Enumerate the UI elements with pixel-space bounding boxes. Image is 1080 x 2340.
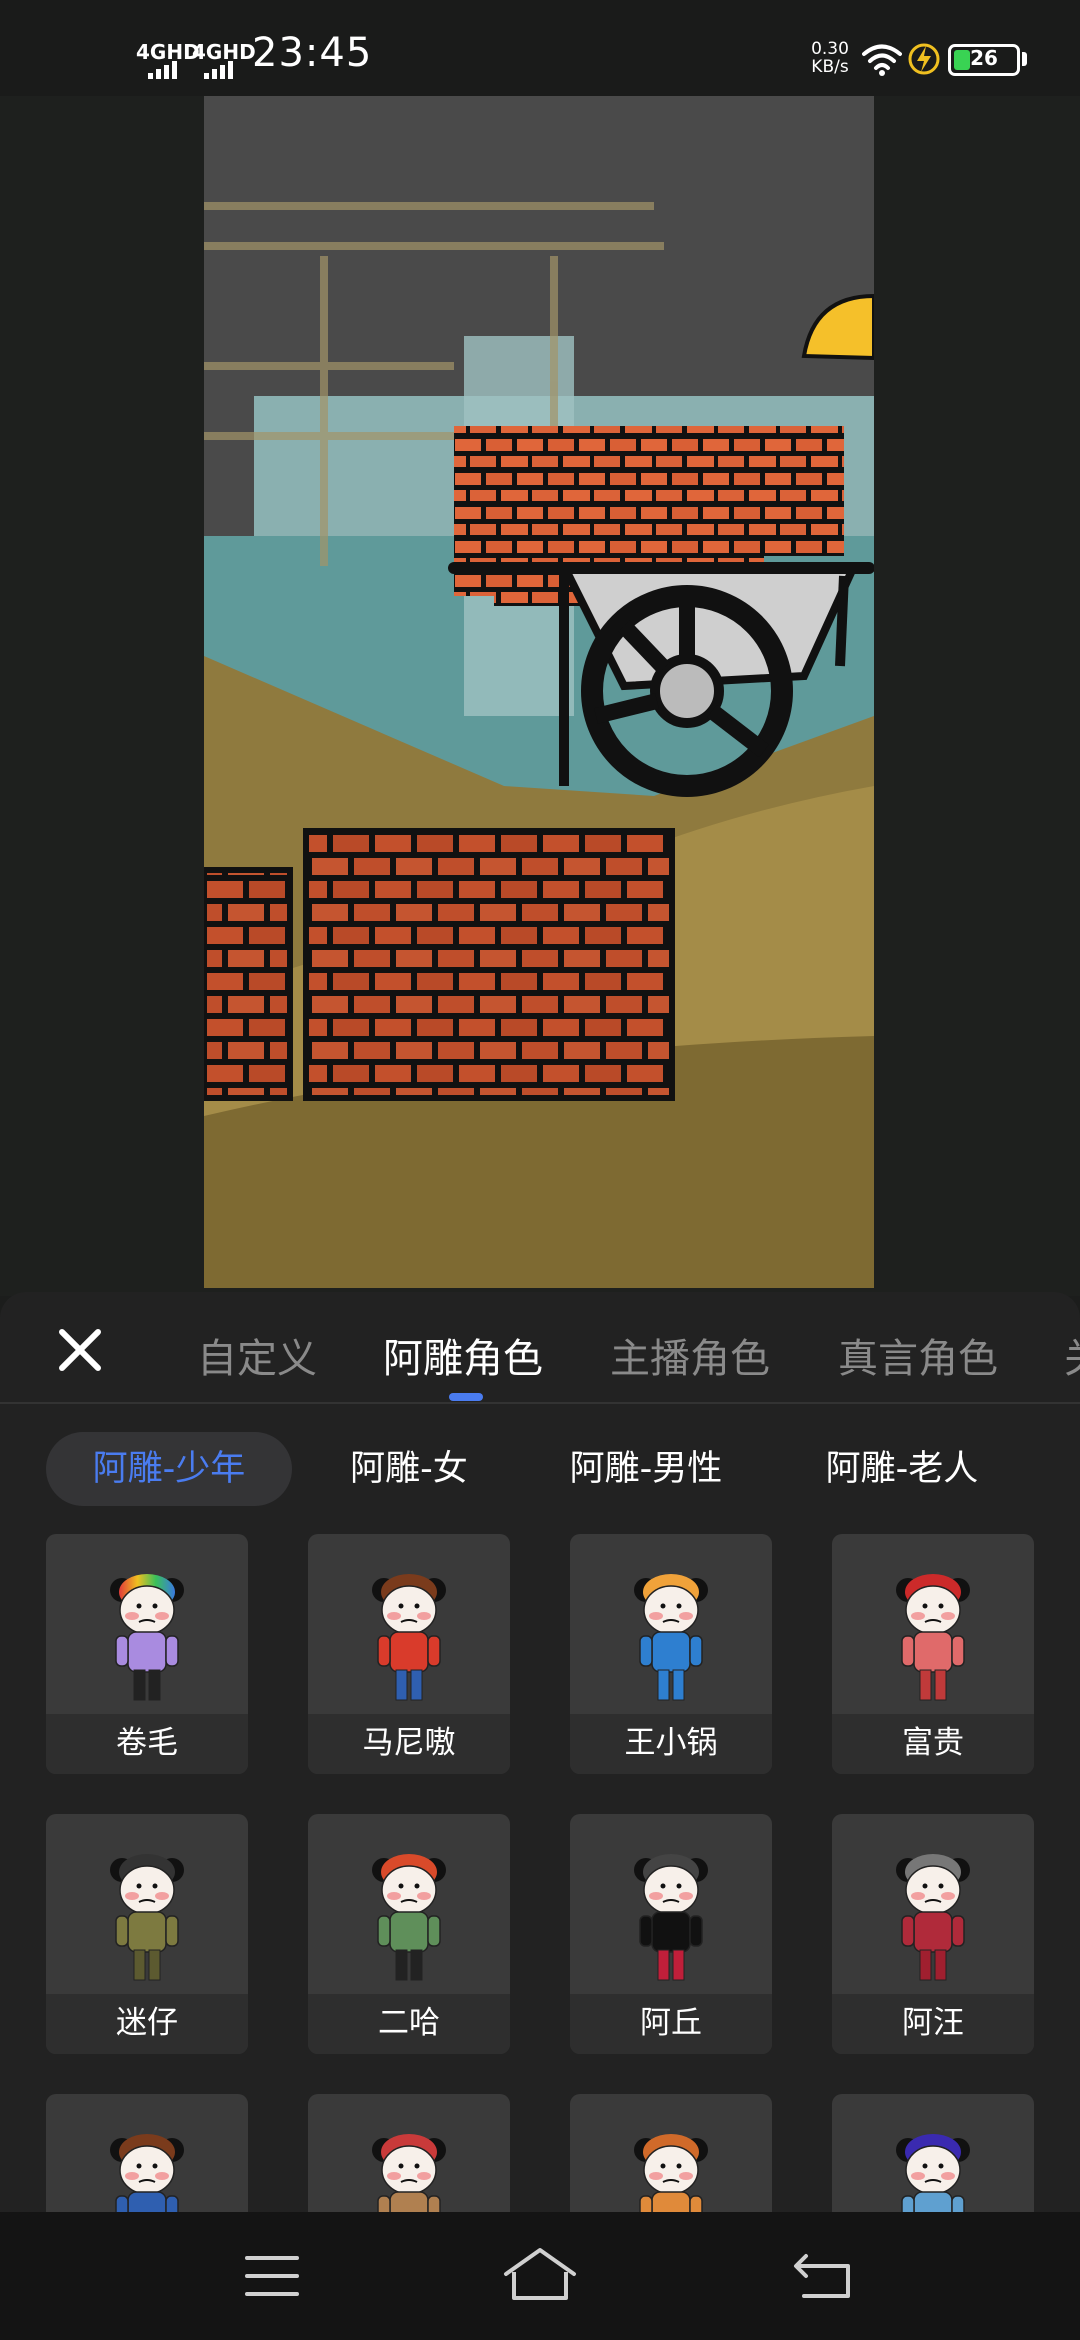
signal-icon [204,60,236,79]
character-panel: 自定义 阿雕角色 主播角色 真言角色 关 阿雕-少年 阿雕-女 阿雕-男性 阿雕… [0,1292,1080,2212]
category-tab-bar: 自定义 阿雕角色 主播角色 真言角色 关 [0,1292,1080,1402]
home-button[interactable] [480,2232,600,2320]
character-avatar [110,1854,184,1981]
signal-icon [148,60,180,79]
scene-preview[interactable] [204,96,874,1288]
character-name: 迷仔 [46,1994,248,2054]
character-avatar [110,2134,184,2212]
tab-adiao-characters[interactable]: 阿雕角色 [383,1326,543,1384]
menu-icon [245,2256,299,2296]
tab-more[interactable]: 关 [1064,1326,1080,1384]
charging-icon [908,43,940,75]
subtab-adiao-female[interactable]: 阿雕-女 [318,1432,500,1506]
battery-icon: 26 [948,44,1020,76]
tab-truth-characters[interactable]: 真言角色 [838,1326,998,1384]
character-grid: 卷毛 马尼嗷 王小锅 富贵迷仔 二哈 阿丘 阿汪 [0,1534,1080,2212]
clock: 23:45 [252,30,373,76]
character-card[interactable] [832,2094,1034,2212]
character-avatar [896,1574,970,1701]
preview-area [0,96,1080,1296]
character-card[interactable]: 马尼嗷 [308,1534,510,1774]
back-button[interactable] [764,2232,884,2320]
character-name: 马尼嗷 [308,1714,510,1774]
character-card[interactable]: 富贵 [832,1534,1034,1774]
network-speed: 0.30 KB/s [808,40,852,76]
construction-scene-illustration [204,96,874,1288]
character-name: 卷毛 [46,1714,248,1774]
tab-custom[interactable]: 自定义 [197,1326,317,1384]
character-card[interactable]: 迷仔 [46,1814,248,2054]
tab-active-indicator [449,1393,483,1401]
character-name: 二哈 [308,1994,510,2054]
subtab-adiao-youth[interactable]: 阿雕-少年 [46,1432,292,1506]
subtab-adiao-male[interactable]: 阿雕-男性 [546,1432,746,1506]
character-name: 阿汪 [832,1994,1034,2054]
battery-level: 26 [970,46,998,70]
character-avatar [634,1574,708,1701]
character-avatar [372,1574,446,1701]
character-avatar [634,2134,708,2212]
character-name: 富贵 [832,1714,1034,1774]
character-card[interactable]: 阿汪 [832,1814,1034,2054]
battery-tip [1022,52,1027,66]
home-icon [504,2248,576,2300]
status-bar: 4GHD 4GHD 23:45 0.30 KB/s 26 [0,0,1080,96]
character-avatar [896,1854,970,1981]
character-card[interactable]: 二哈 [308,1814,510,2054]
menu-button[interactable] [212,2232,332,2320]
system-nav-bar [0,2212,1080,2340]
character-avatar [634,1854,708,1981]
tab-streamer-characters[interactable]: 主播角色 [610,1326,770,1384]
back-icon [794,2254,850,2298]
divider [0,1402,1080,1404]
network-speed-unit: KB/s [811,57,849,77]
character-avatar [372,1854,446,1981]
character-card[interactable]: 王小锅 [570,1534,772,1774]
character-avatar [896,2134,970,2212]
wifi-icon [862,44,902,76]
character-card[interactable] [308,2094,510,2212]
character-card[interactable]: 卷毛 [46,1534,248,1774]
character-avatar [372,2134,446,2212]
subtab-adiao-elderly[interactable]: 阿雕-老人 [802,1432,1002,1506]
character-avatar [110,1574,184,1701]
character-name: 王小锅 [570,1714,772,1774]
network-speed-value: 0.30 [811,39,849,59]
character-name: 阿丘 [570,1994,772,2054]
character-card[interactable] [570,2094,772,2212]
character-card[interactable]: 阿丘 [570,1814,772,2054]
character-card[interactable] [46,2094,248,2212]
